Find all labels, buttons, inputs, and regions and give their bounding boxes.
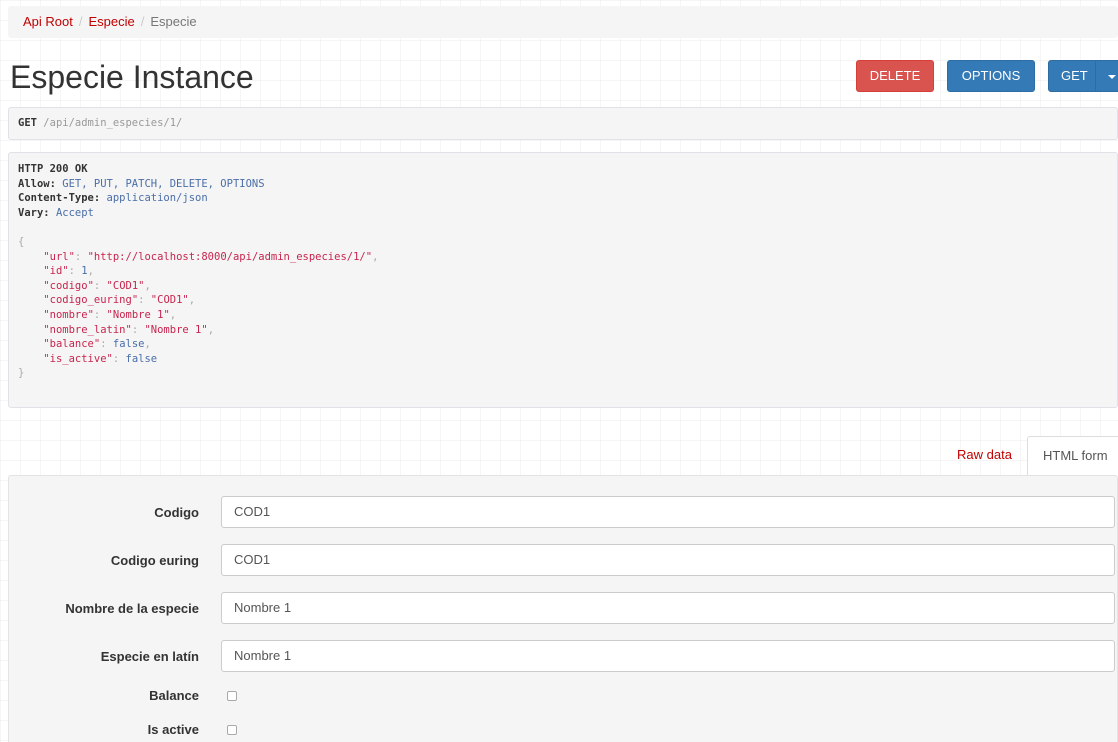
button-divider	[1095, 61, 1096, 91]
breadcrumb: Api Root / Especie / Especie	[8, 6, 1118, 38]
especie-latin-label: Especie en latín	[100, 649, 199, 664]
json-field: "url": "http://localhost:8000/api/admin_…	[43, 250, 379, 263]
codigo-euring-input[interactable]: COD1	[221, 544, 1115, 576]
get-button[interactable]: GET	[1048, 60, 1118, 92]
balance-checkbox[interactable]	[227, 691, 237, 701]
codigo-label: Codigo	[154, 505, 199, 520]
page: Api Root / Especie / Especie Especie Instanc…	[0, 0, 1118, 742]
breadcrumb-link-especie[interactable]: Especie	[89, 14, 135, 29]
request-info: GET /api/admin_especies/1/	[8, 107, 1118, 140]
response-header: Allow: GET, PUT, PATCH, DELETE, OPTIONS	[18, 177, 265, 190]
json-field: "nombre": "Nombre 1",	[43, 308, 177, 321]
response-header: Vary: Accept	[18, 206, 94, 219]
json-body: "url": "http://localhost:8000/api/admin_…	[18, 250, 1108, 367]
json-field: "codigo": "COD1",	[43, 279, 151, 292]
json-open-brace: {	[18, 235, 25, 248]
json-field: "is_active": false	[43, 352, 158, 365]
is-active-checkbox[interactable]	[227, 725, 237, 735]
get-button-label: GET	[1061, 68, 1088, 83]
response-header: Content-Type: application/json	[18, 192, 208, 205]
json-field: "codigo_euring": "COD1",	[43, 294, 196, 307]
response-status: HTTP 200 OK	[18, 163, 88, 175]
html-form: Codigo COD1 Codigo euring COD1 Nombre de…	[8, 475, 1118, 742]
breadcrumb-separator: /	[140, 14, 145, 29]
balance-label: Balance	[149, 688, 199, 703]
breadcrumb-separator: /	[78, 14, 83, 29]
response-content: HTTP 200 OK Allow: GET, PUT, PATCH, DELET…	[8, 152, 1118, 408]
json-close-brace: }	[18, 367, 25, 380]
codigo-input[interactable]: COD1	[221, 496, 1115, 528]
nombre-especie-label: Nombre de la especie	[65, 601, 199, 616]
request-path: /api/admin_especies/1/	[43, 117, 183, 129]
especie-latin-input[interactable]: Nombre 1	[221, 640, 1115, 672]
chevron-down-icon[interactable]	[1108, 75, 1116, 79]
options-button[interactable]: OPTIONS	[947, 60, 1035, 92]
json-field: "balance": false,	[43, 338, 151, 351]
is-active-label: Is active	[147, 722, 199, 737]
breadcrumb-link-api-root[interactable]: Api Root	[23, 14, 73, 29]
json-field: "nombre_latin": "Nombre 1",	[43, 323, 215, 336]
nombre-especie-input[interactable]: Nombre 1	[221, 592, 1115, 624]
codigo-euring-label: Codigo euring	[110, 553, 199, 568]
page-title: Especie Instance	[10, 59, 254, 95]
tab-html-form[interactable]: HTML form	[1027, 436, 1118, 476]
delete-button[interactable]: DELETE	[856, 60, 934, 92]
breadcrumb-current: Especie	[150, 14, 197, 29]
request-method: GET	[18, 117, 37, 129]
tab-raw-data[interactable]: Raw data	[942, 436, 1027, 476]
json-field: "id": 1,	[43, 265, 94, 278]
